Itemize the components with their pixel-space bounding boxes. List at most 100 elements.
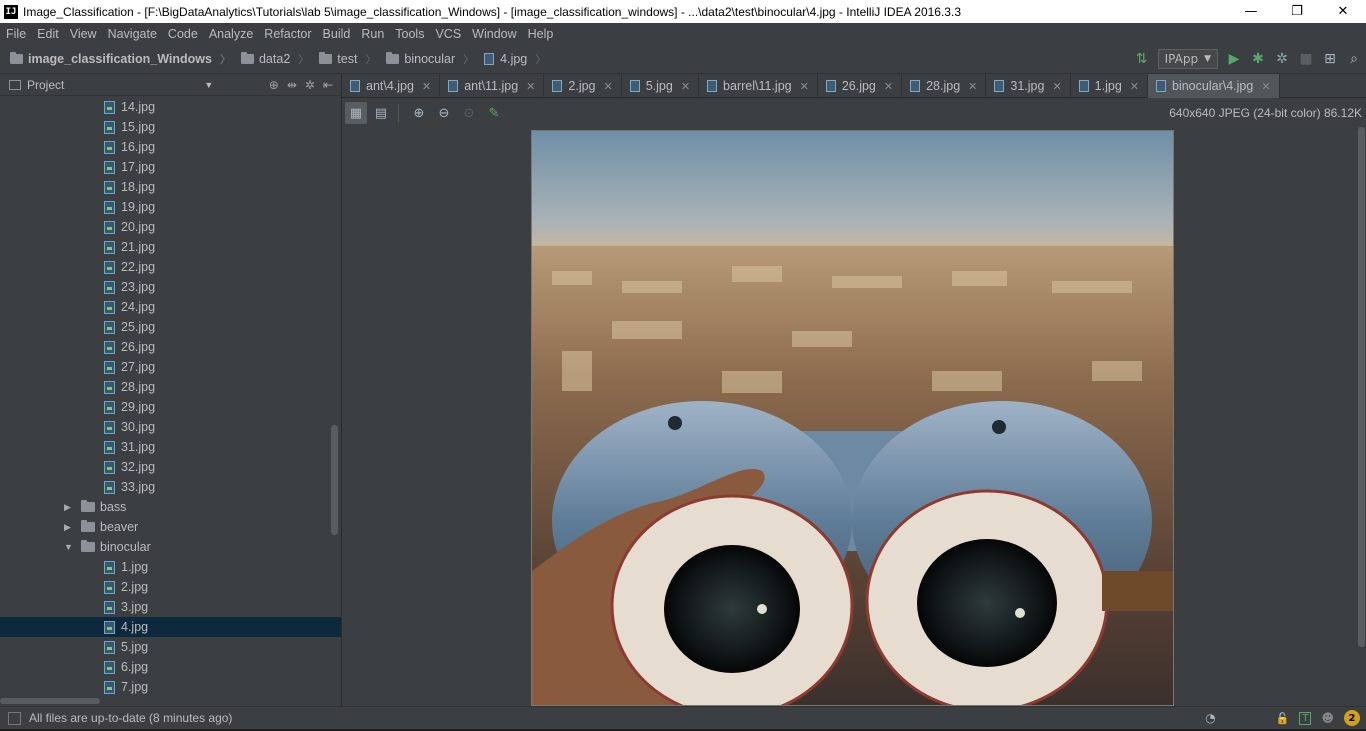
editor-tab[interactable]: ant\11.jpg ✕ (440, 74, 545, 98)
tree-file-item[interactable]: 28.jpg (0, 377, 341, 397)
tree-file-item[interactable]: 23.jpg (0, 277, 341, 297)
collapsed-arrow-icon[interactable]: ▶ (64, 502, 74, 513)
menu-run[interactable]: Run (355, 27, 389, 41)
close-tab-icon[interactable]: ✕ (422, 80, 431, 93)
inspection-icon[interactable]: T (1299, 711, 1312, 725)
gear-icon[interactable]: ✲ (305, 78, 315, 92)
close-tab-icon[interactable]: ✕ (604, 80, 613, 93)
breadcrumb-data2[interactable]: data2 〉 (240, 51, 309, 67)
coverage-icon[interactable]: ✲ (1270, 47, 1294, 71)
tree-file-item[interactable]: 25.jpg (0, 317, 341, 337)
menu-analyze[interactable]: Analyze (203, 27, 258, 41)
actual-size-icon[interactable]: ⊙ (458, 102, 480, 124)
tree-file-item[interactable]: 21.jpg (0, 237, 341, 257)
close-tab-icon[interactable]: ✕ (800, 80, 809, 93)
toggle-tool-windows-icon[interactable] (8, 711, 21, 725)
hector-icon[interactable]: ☻ (1321, 711, 1334, 725)
close-tab-icon[interactable]: ✕ (681, 80, 690, 93)
project-structure-icon[interactable]: ⊞ (1318, 47, 1342, 71)
tree-file-item[interactable]: 24.jpg (0, 297, 341, 317)
tree-file-item[interactable]: 7.jpg (0, 677, 341, 697)
tree-file-item[interactable]: 26.jpg (0, 337, 341, 357)
hide-panel-icon[interactable]: ⇤ (323, 78, 333, 92)
editor-tab[interactable]: ant\4.jpg ✕ (342, 74, 441, 98)
editor-tab[interactable]: 2.jpg ✕ (544, 74, 622, 98)
tree-file-item[interactable]: 27.jpg (0, 357, 341, 377)
close-tab-icon[interactable]: ✕ (1052, 80, 1061, 93)
tree-file-item[interactable]: 32.jpg (0, 457, 341, 477)
close-tab-icon[interactable]: ✕ (968, 80, 977, 93)
tree-file-item[interactable]: 15.jpg (0, 117, 341, 137)
tree-file-item[interactable]: 4.jpg (0, 617, 341, 637)
tree-file-item[interactable]: 3.jpg (0, 597, 341, 617)
scrollbar-thumb[interactable] (1358, 127, 1365, 647)
tree-file-item[interactable]: 19.jpg (0, 197, 341, 217)
zoom-out-icon[interactable]: ⊖ (433, 102, 455, 124)
menu-build[interactable]: Build (317, 27, 356, 41)
tree-file-item[interactable]: 30.jpg (0, 417, 341, 437)
lock-icon[interactable]: 🔓 (1276, 712, 1290, 725)
transparency-chessboard-icon[interactable]: ▦ (345, 102, 367, 124)
tree-file-item[interactable]: 20.jpg (0, 217, 341, 237)
scroll-from-source-icon[interactable]: ⊕ (269, 78, 279, 92)
collapsed-arrow-icon[interactable]: ▶ (64, 522, 74, 533)
tree-file-item[interactable]: 2.jpg (0, 577, 341, 597)
editor-tab[interactable]: 1.jpg ✕ (1071, 74, 1148, 98)
editor-tab[interactable]: 26.jpg ✕ (818, 74, 903, 98)
minimize-button[interactable]: — (1228, 0, 1274, 23)
editor-tab[interactable]: binocular\4.jpg ✕ (1148, 74, 1280, 98)
breadcrumb-file[interactable]: 4.jpg 〉 (484, 51, 546, 67)
close-window-button[interactable]: ✕ (1320, 0, 1366, 23)
zoom-in-icon[interactable]: ⊕ (408, 102, 430, 124)
breadcrumb-project[interactable]: image_classification_Windows 〉 (10, 51, 231, 67)
tree-file-item[interactable]: 17.jpg (0, 157, 341, 177)
tree-folder-bass[interactable]: ▶ bass (0, 497, 341, 517)
build-icon[interactable]: ⇅ (1130, 47, 1154, 71)
menu-tools[interactable]: Tools (389, 27, 429, 41)
project-tree[interactable]: 14.jpg 15.jpg 16.jpg 17.jpg 18.jpg 19.jpg 20.j… (0, 96, 341, 706)
tree-file-item[interactable]: 5.jpg (0, 637, 341, 657)
collapse-all-icon[interactable]: ⇹ (287, 78, 297, 92)
close-tab-icon[interactable]: ✕ (1130, 80, 1139, 93)
editor-tab[interactable]: 5.jpg ✕ (622, 74, 700, 98)
image-canvas[interactable] (342, 127, 1356, 706)
run-configuration-select[interactable]: IPApp ▼ (1157, 49, 1218, 69)
close-tab-icon[interactable]: ✕ (1261, 80, 1270, 93)
tree-file-item[interactable]: 14.jpg (0, 97, 341, 117)
editor-tab[interactable]: barrel\11.jpg ✕ (699, 74, 818, 98)
tree-file-item[interactable]: 29.jpg (0, 397, 341, 417)
tree-file-item[interactable]: 33.jpg (0, 477, 341, 497)
tree-vertical-scrollbar[interactable] (331, 425, 338, 535)
tree-file-item[interactable]: 16.jpg (0, 137, 341, 157)
restore-button[interactable]: ❐ (1274, 0, 1320, 23)
run-icon[interactable]: ▶ (1222, 47, 1246, 71)
menu-help[interactable]: Help (522, 27, 559, 41)
tree-folder-binocular[interactable]: ▼ binocular (0, 537, 341, 557)
project-view-select[interactable]: Project ▼ (9, 78, 213, 92)
debug-icon[interactable]: ✱ (1246, 47, 1270, 71)
menu-file[interactable]: File (0, 27, 31, 41)
menu-vcs[interactable]: VCS (429, 27, 466, 41)
close-tab-icon[interactable]: ✕ (884, 80, 893, 93)
menu-code[interactable]: Code (162, 27, 203, 41)
color-picker-icon[interactable]: ✎ (483, 102, 505, 124)
editor-tab[interactable]: 28.jpg ✕ (902, 74, 987, 98)
memory-indicator-icon[interactable]: ◔ (1205, 711, 1215, 725)
close-tab-icon[interactable]: ✕ (526, 80, 535, 93)
event-log-badge[interactable]: 2 (1344, 710, 1360, 726)
menu-window[interactable]: Window (466, 27, 521, 41)
menu-navigate[interactable]: Navigate (102, 27, 162, 41)
breadcrumb-test[interactable]: test 〉 (319, 51, 376, 67)
tree-file-item[interactable]: 1.jpg (0, 557, 341, 577)
tree-file-item[interactable]: 31.jpg (0, 437, 341, 457)
expanded-arrow-icon[interactable]: ▼ (64, 542, 74, 552)
editor-vertical-scrollbar[interactable] (1356, 127, 1366, 706)
tree-horizontal-scrollbar[interactable] (0, 698, 100, 704)
tree-file-item[interactable]: 6.jpg (0, 657, 341, 677)
tree-folder-beaver[interactable]: ▶ beaver (0, 517, 341, 537)
tree-file-item[interactable]: 18.jpg (0, 177, 341, 197)
stop-icon[interactable]: ■ (1294, 47, 1318, 71)
menu-edit[interactable]: Edit (31, 27, 64, 41)
breadcrumb-binocular[interactable]: binocular 〉 (386, 51, 474, 67)
tree-file-item[interactable]: 22.jpg (0, 257, 341, 277)
